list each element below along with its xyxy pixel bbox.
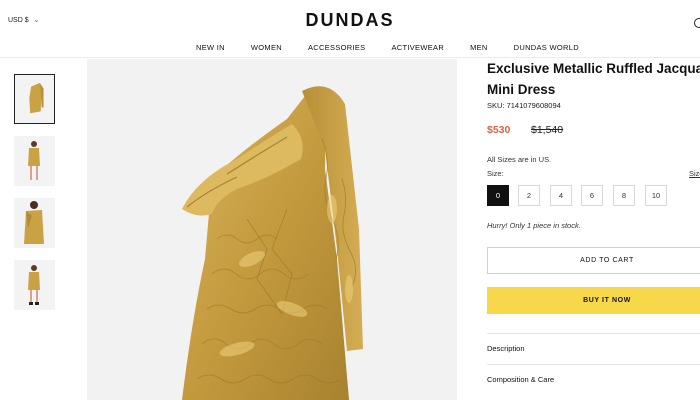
nav-accessories[interactable]: ACCESSORIES [308, 43, 365, 52]
nav-men[interactable]: MEN [470, 43, 488, 52]
nav-women[interactable]: WOMEN [251, 43, 282, 52]
size-option-10[interactable]: 10 [645, 185, 667, 206]
thumbnail-2[interactable] [14, 136, 55, 186]
model-closeup-thumbnail-icon [14, 198, 55, 248]
accordion-description-label: Description [487, 344, 525, 353]
size-option-4[interactable]: 4 [550, 185, 572, 206]
product-title: Exclusive Metallic Ruffled Jacquard Mini… [487, 58, 700, 100]
nav-activewear[interactable]: ACTIVEWEAR [391, 43, 444, 52]
product-sku: SKU: 7141079608094 [487, 101, 561, 110]
accordion-composition-care-label: Composition & Care [487, 375, 555, 384]
compare-at-price: $1,540 [531, 124, 564, 136]
main-nav: NEW IN WOMEN ACCESSORIES ACTIVEWEAR MEN … [196, 43, 579, 52]
main-product-image[interactable] [87, 59, 457, 400]
add-to-cart-button[interactable]: ADD TO CART [487, 247, 700, 274]
thumbnail-1[interactable] [14, 74, 55, 124]
model-thumbnail-icon [14, 136, 55, 186]
size-option-2[interactable]: 2 [518, 185, 540, 206]
thumbnail-3[interactable] [14, 198, 55, 248]
product-title-line-1: Exclusive Metallic Ruffled Jacquard [487, 61, 700, 76]
site-header: USD $ ⌄ DUNDAS NEW IN WOMEN ACCESSORIES … [0, 0, 700, 58]
size-option-8[interactable]: 8 [613, 185, 635, 206]
product-title-line-2: Mini Dress [487, 82, 556, 97]
model-back-thumbnail-icon [14, 260, 55, 310]
accordion-composition-care[interactable]: Composition & Care [487, 364, 700, 394]
buy-it-now-button[interactable]: BUY IT NOW [487, 287, 700, 314]
size-guide-link[interactable]: Size Guide [689, 169, 700, 178]
thumbnail-4[interactable] [14, 260, 55, 310]
sizes-note: All Sizes are in US. [487, 155, 552, 164]
dress-image [182, 86, 363, 400]
dress-thumbnail-icon [15, 75, 54, 123]
nav-new-in[interactable]: NEW IN [196, 43, 225, 52]
size-option-6[interactable]: 6 [581, 185, 603, 206]
accordion-description[interactable]: Description [487, 333, 700, 363]
size-option-0[interactable]: 0 [487, 185, 509, 206]
nav-dundas-world[interactable]: DUNDAS WORLD [514, 43, 579, 52]
search-icon[interactable] [694, 18, 700, 28]
site-logo[interactable]: DUNDAS [0, 10, 700, 31]
sale-price: $530 [487, 124, 511, 136]
size-label: Size: [487, 169, 504, 178]
stock-note: Hurry! Only 1 piece in stock. [487, 221, 581, 230]
